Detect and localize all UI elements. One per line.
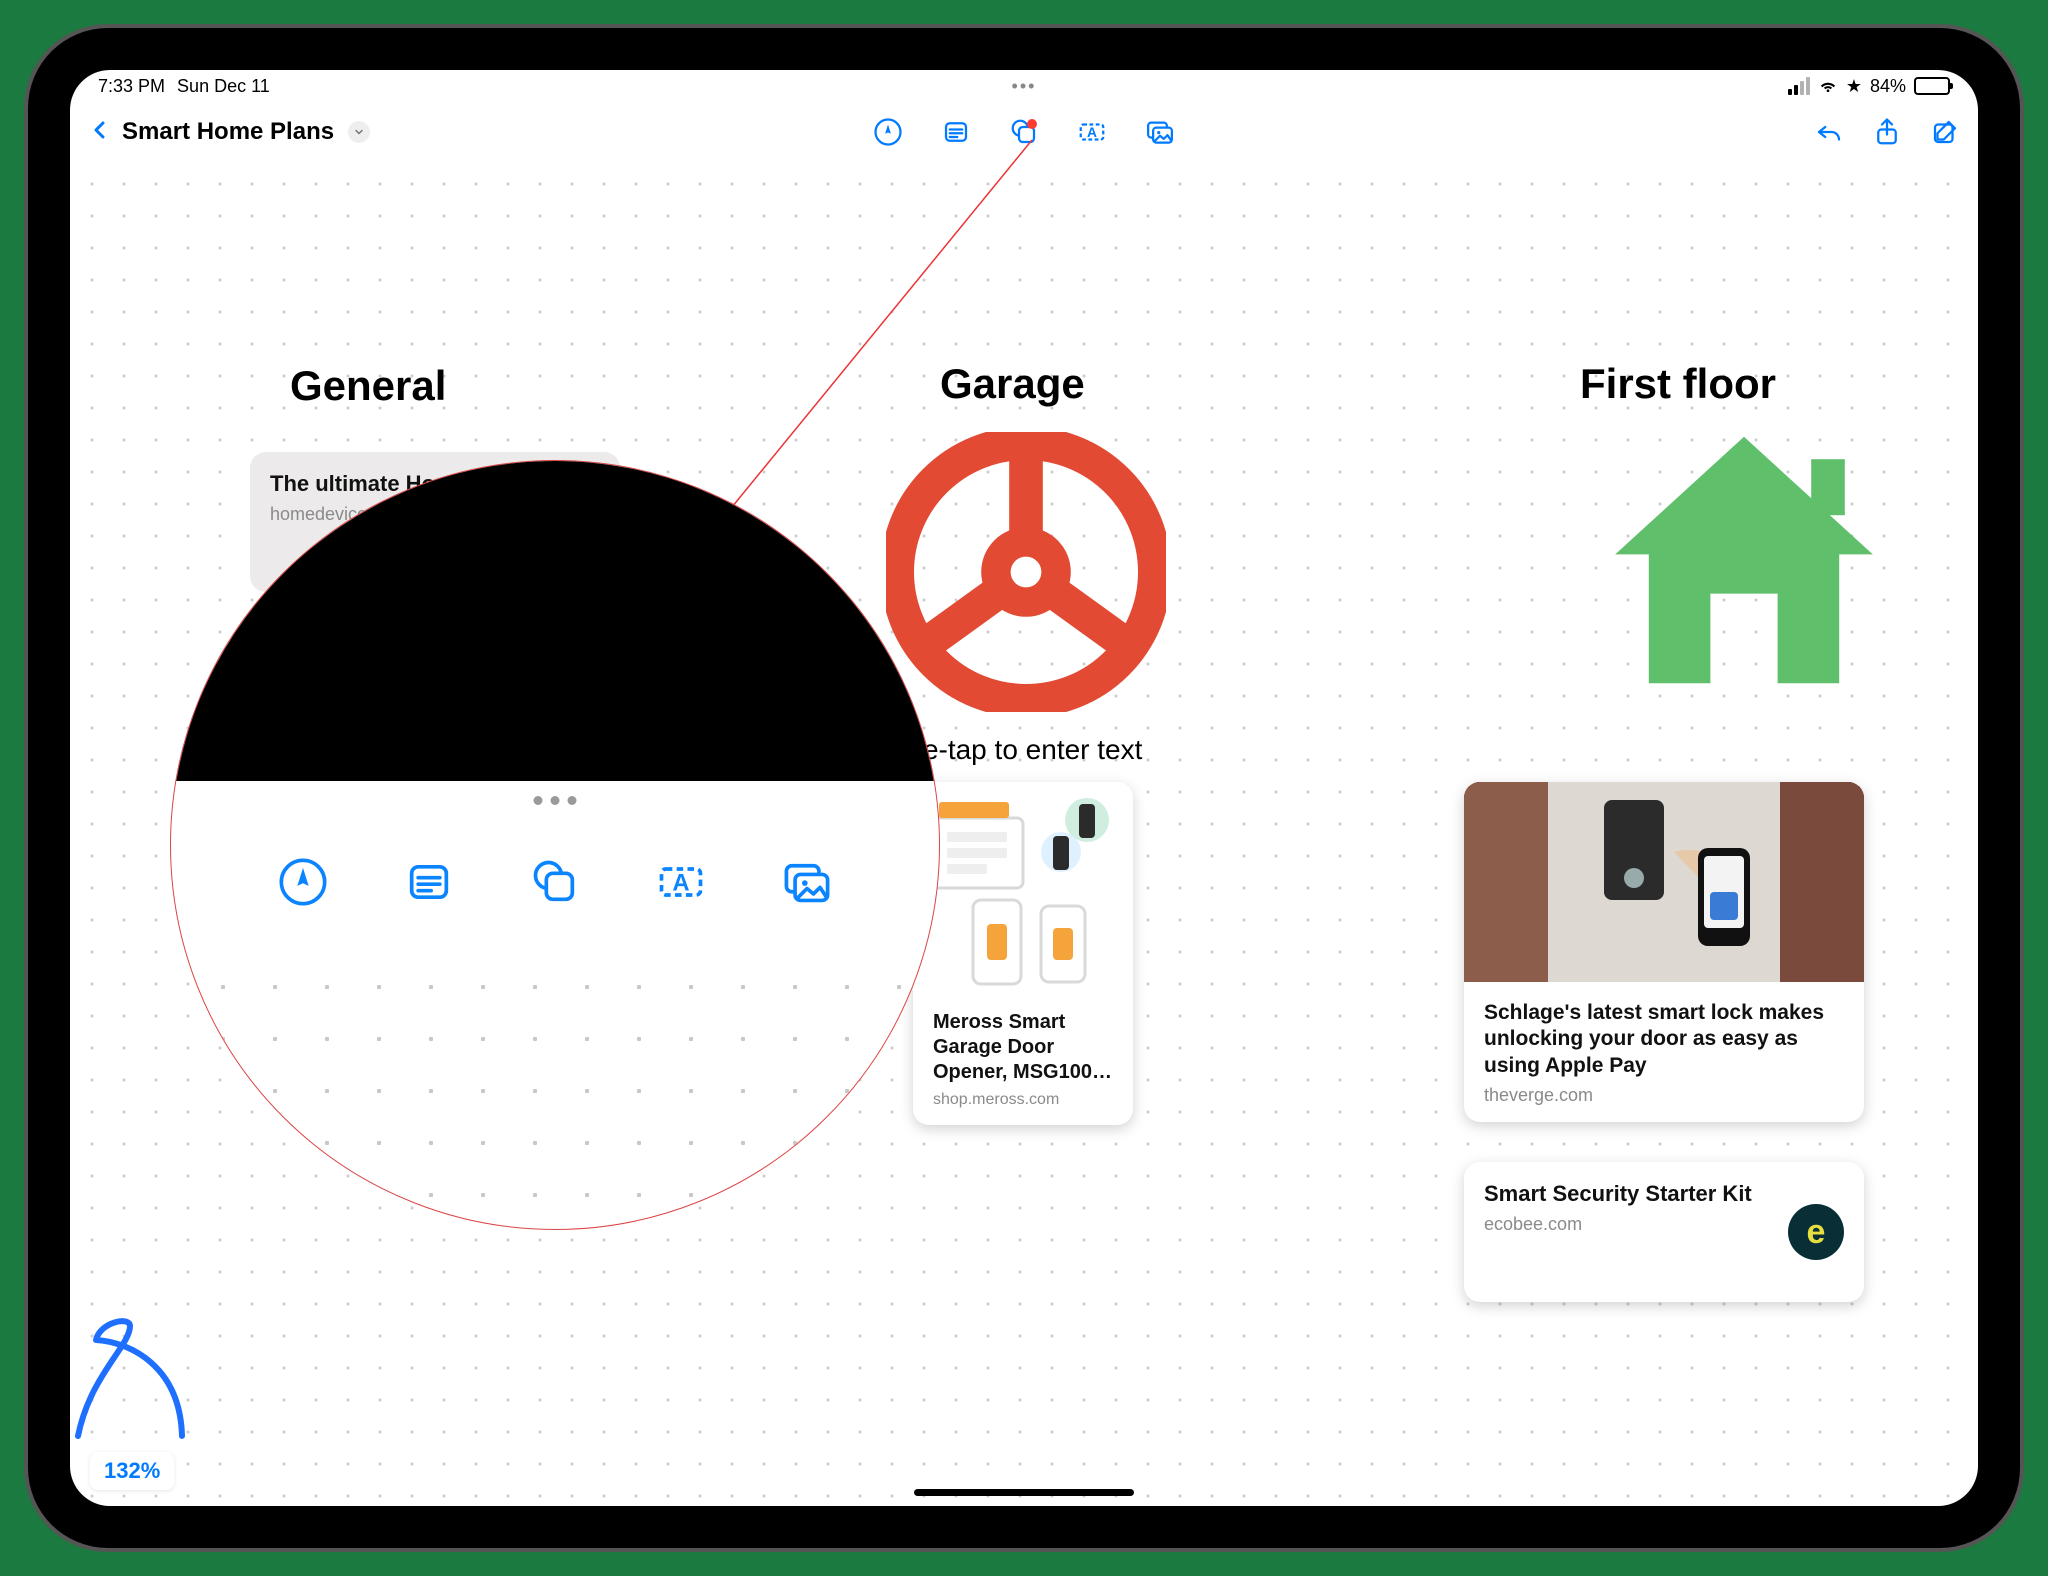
magnifier-canvas-dots <box>171 941 939 1229</box>
shapes-tool-icon[interactable] <box>529 856 581 908</box>
link-card-meross[interactable]: Meross Smart Garage Door Opener, MSG100…… <box>913 782 1133 1125</box>
card-title: Meross Smart Garage Door Opener, MSG100… <box>933 1010 1113 1085</box>
card-subtitle: shop.meross.com <box>933 1091 1113 1109</box>
ink-doodle[interactable] <box>70 1286 210 1446</box>
wifi-icon <box>1818 74 1838 99</box>
textbox-tool-icon[interactable]: A <box>1077 117 1107 147</box>
status-star-icon: ★ <box>1846 76 1862 97</box>
card-subtitle: ecobee.com <box>1484 1214 1756 1235</box>
section-title-first[interactable]: First floor <box>1580 360 1776 408</box>
link-card-ecobee[interactable]: Smart Security Starter Kit ecobee.com e <box>1464 1162 1864 1302</box>
back-button[interactable] <box>88 115 112 150</box>
share-button-icon[interactable] <box>1872 117 1902 147</box>
sticky-note-tool-icon[interactable] <box>403 856 455 908</box>
section-title-garage[interactable]: Garage <box>940 360 1085 408</box>
card-subtitle: theverge.com <box>1484 1085 1844 1106</box>
magnifier-callout: A <box>170 460 940 1230</box>
status-time: 7:33 PM <box>98 76 165 97</box>
multitask-indicator-icon <box>534 796 577 805</box>
compose-button-icon[interactable] <box>1930 117 1960 147</box>
undo-button-icon[interactable] <box>1814 117 1844 147</box>
battery-text: 84% <box>1870 76 1906 97</box>
svg-text:A: A <box>1087 125 1097 140</box>
media-tool-icon[interactable] <box>1145 117 1175 147</box>
link-card-schlage[interactable]: Schlage's latest smart lock makes unlock… <box>1464 782 1864 1122</box>
ipad-frame: 7:33 PM Sun Dec 11 ••• ★ 84% Smart Home … <box>28 28 2020 1548</box>
media-tool-icon[interactable] <box>781 856 833 908</box>
magnifier-tool-picker: A <box>171 856 939 908</box>
section-title-general[interactable]: General <box>290 362 446 410</box>
multitask-indicator-icon[interactable]: ••• <box>1012 76 1037 97</box>
tool-picker: A <box>873 117 1175 147</box>
battery-icon <box>1914 77 1950 95</box>
card-image <box>913 782 1133 992</box>
document-menu-chevron-icon[interactable] <box>348 121 370 143</box>
card-title: Schlage's latest smart lock makes unlock… <box>1484 1000 1844 1079</box>
notification-badge-icon <box>1027 119 1037 129</box>
cellular-bars-icon <box>1788 77 1810 95</box>
ecobee-logo-icon: e <box>1788 1204 1844 1260</box>
status-bar: 7:33 PM Sun Dec 11 ••• ★ 84% <box>70 70 1978 102</box>
status-date: Sun Dec 11 <box>177 76 270 97</box>
house-shape-icon[interactable] <box>1604 420 1884 700</box>
app-toolbar: Smart Home Plans A <box>70 102 1978 162</box>
document-title[interactable]: Smart Home Plans <box>122 118 334 146</box>
screen: 7:33 PM Sun Dec 11 ••• ★ 84% Smart Home … <box>70 70 1978 1506</box>
magnifier-bezel <box>171 461 939 781</box>
pen-tool-icon[interactable] <box>873 117 903 147</box>
sticky-note-tool-icon[interactable] <box>941 117 971 147</box>
shapes-tool-icon[interactable] <box>1009 117 1039 147</box>
card-title: Smart Security Starter Kit <box>1484 1180 1756 1208</box>
pen-tool-icon[interactable] <box>277 856 329 908</box>
card-image <box>1464 782 1864 982</box>
textbox-tool-icon[interactable]: A <box>655 856 707 908</box>
home-indicator[interactable] <box>914 1489 1134 1496</box>
zoom-indicator[interactable]: 132% <box>90 1452 174 1490</box>
svg-text:A: A <box>672 870 689 897</box>
